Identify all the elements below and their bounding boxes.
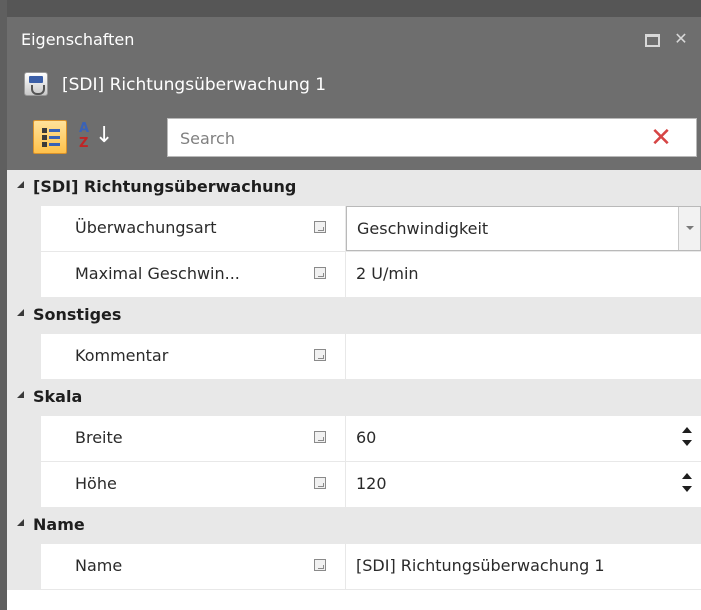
property-name: Maximal Geschwin...: [75, 264, 240, 283]
maximal-geschwindigkeit-field[interactable]: 2 U/min: [346, 252, 701, 297]
maximize-icon[interactable]: [641, 29, 661, 49]
category-richtungsueberwachung[interactable]: [SDI] Richtungsüberwachung: [7, 170, 701, 206]
property-name-cell: Maximal Geschwin...: [41, 252, 303, 297]
property-name-cell: Name: [41, 544, 303, 589]
property-value: 120: [356, 474, 387, 493]
property-marker-cell: [303, 206, 345, 251]
property-marker-cell: [303, 334, 345, 379]
property-marker-cell: [303, 462, 345, 507]
panel-title: Eigenschaften: [21, 30, 135, 49]
property-name: Kommentar: [75, 346, 169, 365]
property-marker-icon[interactable]: [314, 267, 326, 279]
property-marker-cell: [303, 252, 345, 297]
property-value: [SDI] Richtungsüberwachung 1: [356, 556, 605, 575]
spinner-arrows-icon[interactable]: [680, 471, 696, 497]
property-marker-icon[interactable]: [314, 559, 326, 571]
property-name: Überwachungsart: [75, 218, 217, 237]
search-input[interactable]: [180, 127, 620, 149]
sort-z-glyph: Z: [79, 136, 89, 151]
property-marker-icon[interactable]: [314, 431, 326, 443]
property-name: Höhe: [75, 474, 117, 493]
sort-az-icon: A Z: [79, 121, 93, 151]
property-row-ueberwachungsart: Überwachungsart Geschwindigkeit: [7, 206, 701, 252]
categorized-view-icon: [42, 128, 60, 148]
ueberwachungsart-select[interactable]: Geschwindigkeit: [346, 206, 701, 251]
kommentar-field[interactable]: [346, 334, 701, 379]
name-field[interactable]: [SDI] Richtungsüberwachung 1: [346, 544, 701, 589]
categorized-view-button[interactable]: [33, 120, 67, 154]
category-sonstiges[interactable]: Sonstiges: [7, 298, 701, 334]
collapse-triangle-icon[interactable]: [17, 181, 24, 188]
property-marker-icon[interactable]: [314, 221, 326, 233]
category-label: Name: [33, 515, 85, 534]
property-name: Name: [75, 556, 123, 575]
property-row-kommentar: Kommentar: [7, 334, 701, 380]
property-name-cell: Breite: [41, 416, 303, 461]
breite-field[interactable]: 60: [346, 416, 701, 461]
property-marker-icon[interactable]: [314, 349, 326, 361]
collapse-triangle-icon[interactable]: [17, 519, 24, 526]
property-marker-cell: [303, 416, 345, 461]
property-marker-cell: [303, 544, 345, 589]
property-marker-icon[interactable]: [314, 477, 326, 489]
search-box: ✕: [167, 118, 697, 157]
category-name[interactable]: Name: [7, 508, 701, 544]
properties-panel: Eigenschaften ✕ [SDI] Richtungsüberwachu…: [0, 0, 701, 610]
category-label: Sonstiges: [33, 305, 122, 324]
sort-a-glyph: A: [79, 121, 90, 136]
collapse-triangle-icon[interactable]: [17, 391, 24, 398]
property-value-cell: Geschwindigkeit: [346, 206, 701, 251]
property-row-name: Name [SDI] Richtungsüberwachung 1: [7, 544, 701, 590]
category-label: [SDI] Richtungsüberwachung: [33, 177, 297, 196]
property-name-cell: Kommentar: [41, 334, 303, 379]
property-value: 2 U/min: [356, 264, 419, 283]
property-name-cell: Höhe: [41, 462, 303, 507]
selected-object-title: [SDI] Richtungsüberwachung 1: [62, 75, 327, 95]
property-row-breite: Breite 60: [7, 416, 701, 462]
property-name: Breite: [75, 428, 123, 447]
property-name-cell: Überwachungsart: [41, 206, 303, 251]
selected-object-header: [SDI] Richtungsüberwachung 1: [7, 63, 701, 108]
clear-search-icon[interactable]: ✕: [646, 123, 676, 153]
hoehe-field[interactable]: 120: [346, 462, 701, 507]
property-grid: [SDI] Richtungsüberwachung Überwachungsa…: [7, 170, 701, 610]
alphabetical-sort-button[interactable]: A Z ↓: [75, 120, 113, 154]
property-row-hoehe: Höhe 120: [7, 462, 701, 508]
spinner-arrows-icon[interactable]: [680, 425, 696, 451]
sdi-object-icon: [24, 72, 48, 96]
property-row-maximal-geschwindigkeit: Maximal Geschwin... 2 U/min: [7, 252, 701, 298]
category-skala[interactable]: Skala: [7, 380, 701, 416]
property-value: Geschwindigkeit: [357, 219, 489, 238]
panel-titlebar: Eigenschaften ✕: [7, 17, 701, 63]
property-value: 60: [356, 428, 377, 447]
collapse-triangle-icon[interactable]: [17, 309, 24, 316]
close-icon[interactable]: ✕: [671, 29, 691, 49]
properties-toolbar: A Z ↓ ✕: [7, 108, 701, 170]
dropdown-arrow-icon[interactable]: [678, 207, 700, 250]
category-label: Skala: [33, 387, 83, 406]
panel-top-strip: [7, 0, 701, 17]
sort-arrow-icon: ↓: [95, 123, 114, 148]
